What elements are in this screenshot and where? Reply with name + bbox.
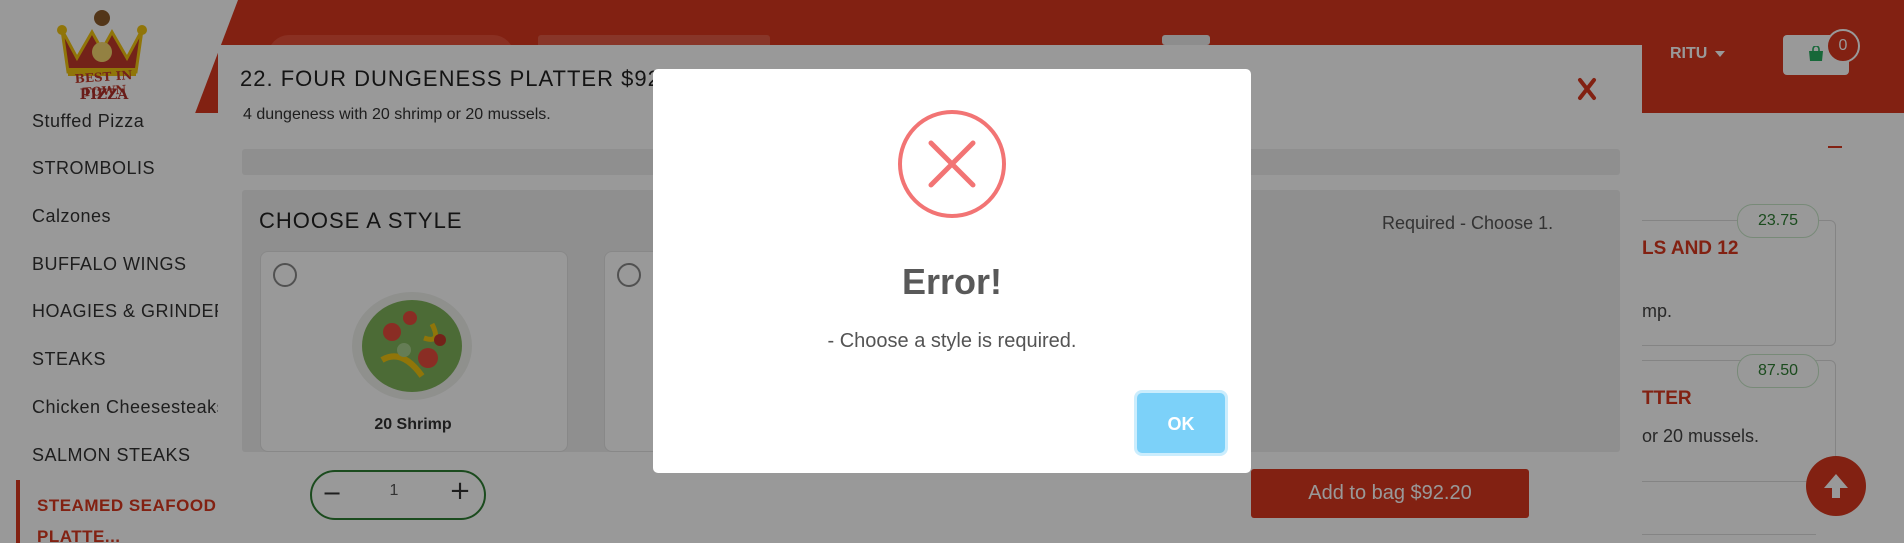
dialog-title: Error!: [901, 261, 1003, 302]
ok-button[interactable]: OK: [1137, 393, 1225, 453]
error-x-icon: [898, 110, 1006, 218]
dialog-message: - Choose a style is required.: [827, 330, 1077, 352]
